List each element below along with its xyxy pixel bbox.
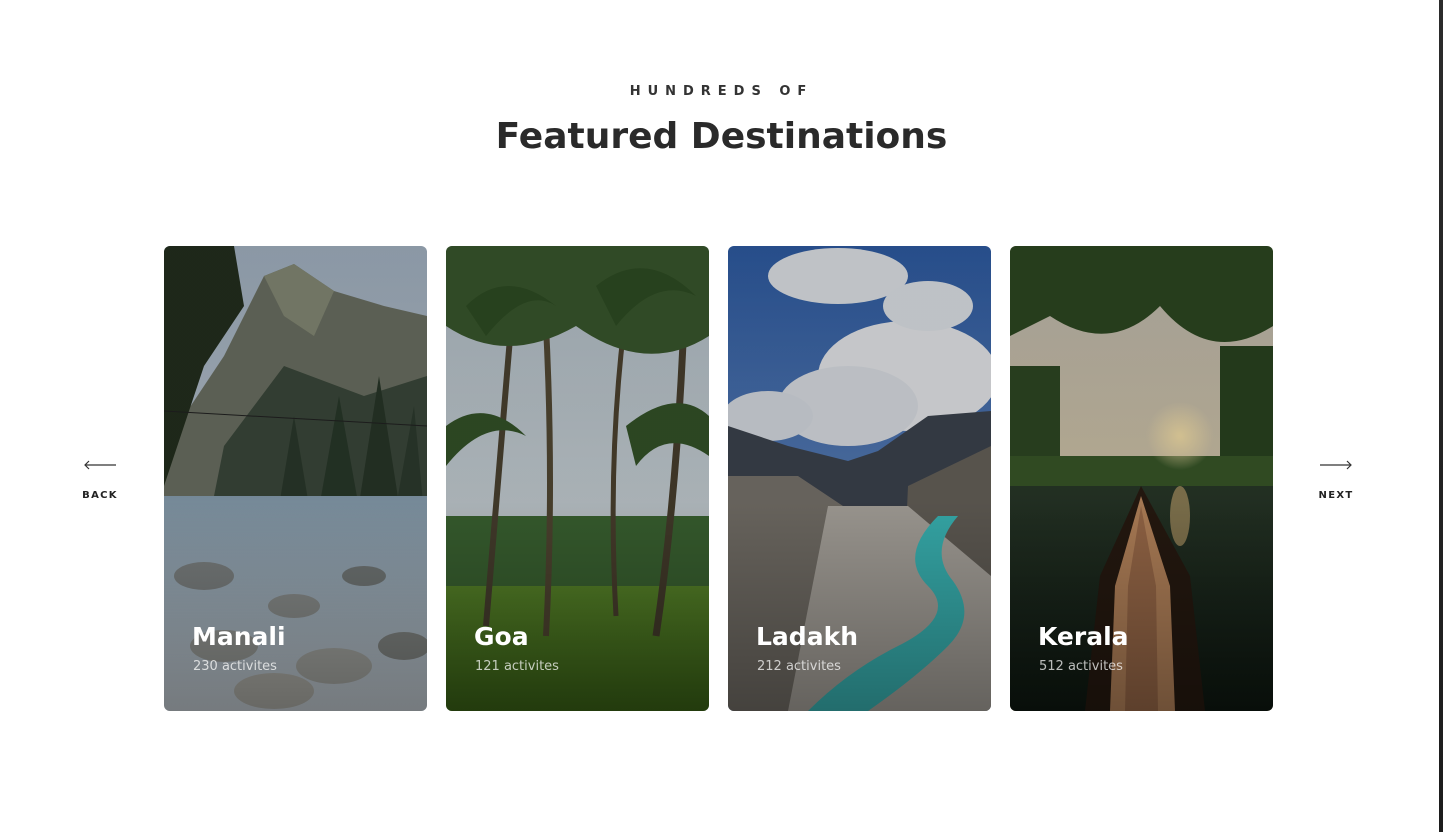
destination-name: Kerala [1038,622,1129,651]
destination-name: Manali [192,622,286,651]
activity-count: 212 activites [757,659,841,674]
activity-count: 121 activites [475,659,559,674]
next-label: NEXT [1318,490,1354,501]
activity-count: 512 activites [1039,659,1123,674]
destination-card-ladakh[interactable]: Ladakh 212 activites [728,246,991,711]
destination-name: Ladakh [756,622,858,651]
destination-card-manali[interactable]: Manali 230 activites [164,246,427,711]
arrow-right-icon [1306,460,1366,470]
arrow-left-icon [70,460,130,470]
window-edge [1439,0,1443,832]
destination-card-kerala[interactable]: Kerala 512 activites [1010,246,1273,711]
destination-name: Goa [474,622,529,651]
back-button[interactable]: BACK [70,460,130,501]
featured-destinations-section: HUNDREDS OF Featured Destinations BACK N… [0,0,1443,832]
next-button[interactable]: NEXT [1306,460,1366,501]
destination-card-goa[interactable]: Goa 121 activites [446,246,709,711]
section-title: Featured Destinations [495,116,948,157]
section-eyebrow: HUNDREDS OF [629,84,814,99]
activity-count: 230 activites [193,659,277,674]
back-label: BACK [82,490,118,501]
